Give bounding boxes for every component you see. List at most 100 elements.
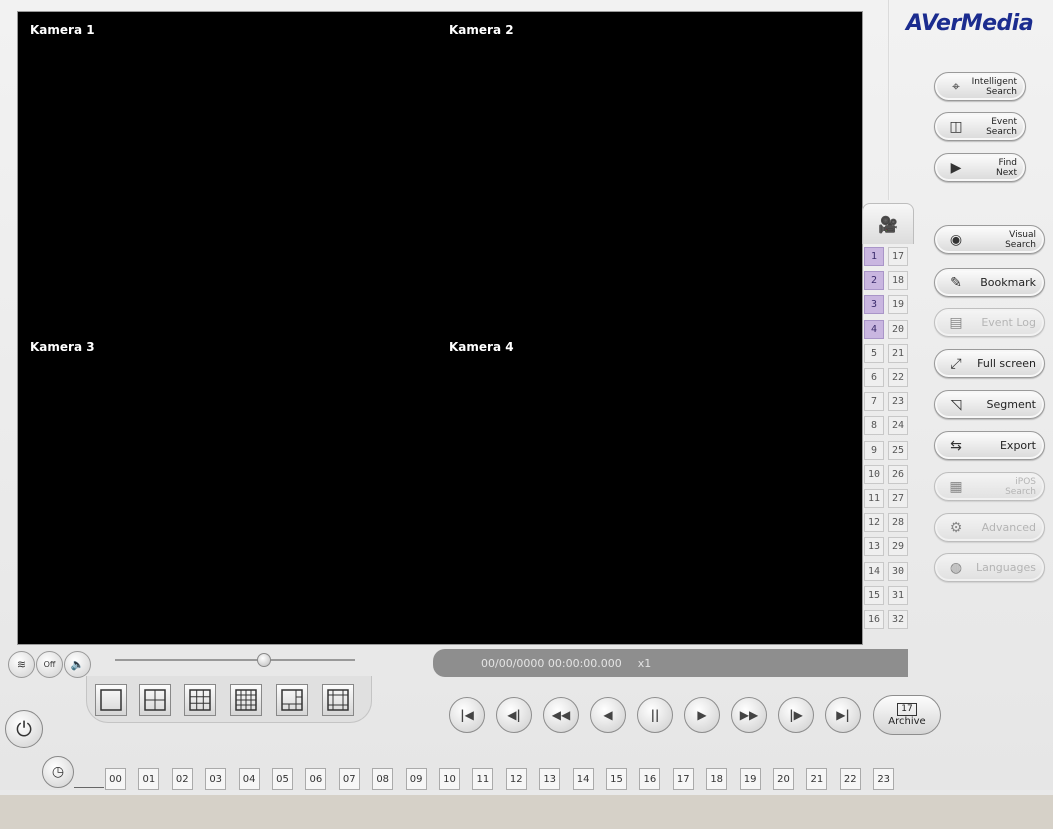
- video-display[interactable]: Kamera 1 Kamera 2 Kamera 3 Kamera 4: [17, 11, 863, 645]
- camera-23-button[interactable]: 23: [888, 392, 908, 412]
- volume-track[interactable]: [115, 659, 355, 661]
- export-button[interactable]: ⇆ Export: [934, 431, 1045, 460]
- layout-13-button[interactable]: [322, 684, 354, 716]
- camera-28-button[interactable]: 28: [888, 513, 908, 533]
- languages-button[interactable]: ◍ Languages: [934, 553, 1045, 582]
- pause-button[interactable]: ||: [637, 697, 673, 733]
- camera-5-button[interactable]: 5: [864, 343, 884, 363]
- hour-03-button[interactable]: 03: [205, 768, 227, 790]
- power-button[interactable]: ⏻: [5, 710, 43, 748]
- camera-10-button[interactable]: 10: [864, 464, 884, 484]
- clock-button[interactable]: ◷: [42, 756, 74, 788]
- visual-search-button[interactable]: ◉ Visual Search: [934, 225, 1045, 254]
- camera-32-button[interactable]: 32: [888, 610, 908, 629]
- audio-off-button[interactable]: Off: [36, 651, 63, 678]
- go-to-end-button[interactable]: ▶|: [825, 697, 861, 733]
- layers-icon[interactable]: ≋: [8, 651, 35, 678]
- hour-15-button[interactable]: 15: [606, 768, 627, 790]
- button-label: Event Search: [986, 116, 1017, 137]
- button-label: Intelligent Search: [971, 76, 1017, 97]
- hour-17-button[interactable]: 17: [672, 768, 694, 790]
- camera-3-button[interactable]: 3: [864, 295, 884, 315]
- camera-4-label: Kamera 4: [449, 340, 514, 354]
- hour-02-button[interactable]: 02: [171, 768, 193, 790]
- hour-11-button[interactable]: 11: [472, 768, 494, 790]
- hour-13-button[interactable]: 13: [539, 768, 561, 790]
- event-log-button[interactable]: ▤ Event Log: [934, 308, 1045, 337]
- ipos-search-button[interactable]: ▦ iPOS Search: [934, 472, 1045, 501]
- camera-26-button[interactable]: 26: [888, 464, 908, 484]
- hour-04-button[interactable]: 04: [238, 768, 260, 790]
- camera-11-button[interactable]: 11: [864, 489, 884, 508]
- camera-21-button[interactable]: 21: [888, 343, 908, 363]
- camera-12-button[interactable]: 12: [864, 513, 884, 533]
- hour-16-button[interactable]: 16: [639, 768, 661, 790]
- segment-button[interactable]: ◹ Segment: [934, 390, 1045, 419]
- hour-05-button[interactable]: 05: [272, 768, 293, 790]
- intelligent-search-icon: ⌖: [952, 78, 960, 95]
- previous-frame-button[interactable]: ◀|: [496, 697, 532, 733]
- advanced-button[interactable]: ⚙ Advanced: [934, 513, 1045, 542]
- camera-4-button[interactable]: 4: [864, 319, 884, 339]
- hour-19-button[interactable]: 19: [739, 768, 761, 790]
- archive-button[interactable]: 17 Archive: [873, 695, 941, 735]
- next-frame-button[interactable]: |▶: [778, 697, 814, 733]
- hour-22-button[interactable]: 22: [839, 768, 861, 790]
- rewind-button[interactable]: ◀◀: [543, 697, 579, 733]
- camera-16-button[interactable]: 16: [864, 610, 884, 629]
- camera-18-button[interactable]: 18: [888, 271, 908, 291]
- volume-slider-knob[interactable]: [256, 653, 271, 667]
- full-screen-button[interactable]: ⤢ Full screen: [934, 349, 1045, 378]
- play-button[interactable]: ▶: [684, 697, 720, 733]
- hour-10-button[interactable]: 10: [439, 768, 460, 790]
- camera-30-button[interactable]: 30: [888, 561, 908, 581]
- camera-3-label: Kamera 3: [30, 340, 95, 354]
- camera-6-button[interactable]: 6: [864, 368, 884, 387]
- camera-31-button[interactable]: 31: [888, 585, 908, 605]
- hour-14-button[interactable]: 14: [572, 768, 594, 790]
- go-to-start-button[interactable]: |◀: [449, 697, 485, 733]
- single-view-icon: [100, 689, 122, 711]
- camera-14-button[interactable]: 14: [864, 561, 884, 581]
- hour-12-button[interactable]: 12: [505, 768, 527, 790]
- camera-25-button[interactable]: 25: [888, 440, 908, 460]
- camera-1-button[interactable]: 1: [864, 247, 884, 266]
- layout-16-button[interactable]: [230, 684, 262, 716]
- hour-23-button[interactable]: 23: [873, 768, 895, 790]
- camera-17-button[interactable]: 17: [888, 247, 908, 266]
- hour-09-button[interactable]: 09: [405, 768, 427, 790]
- camera-7-button[interactable]: 7: [864, 392, 884, 412]
- camera-22-button[interactable]: 22: [888, 368, 908, 387]
- camera-2-button[interactable]: 2: [864, 271, 884, 291]
- camera-8-button[interactable]: 8: [864, 416, 884, 436]
- camera-13-button[interactable]: 13: [864, 537, 884, 557]
- hour-00-button[interactable]: 00: [105, 768, 126, 790]
- camera-15-button[interactable]: 15: [864, 585, 884, 605]
- find-next-button[interactable]: ▶ Find Next: [934, 153, 1026, 182]
- intelligent-search-button[interactable]: ⌖ Intelligent Search: [934, 72, 1026, 101]
- hour-18-button[interactable]: 18: [706, 768, 728, 790]
- divider: [888, 0, 890, 200]
- camera-29-button[interactable]: 29: [888, 537, 908, 557]
- bookmark-button[interactable]: ✎ Bookmark: [934, 268, 1045, 297]
- speaker-icon[interactable]: 🔈: [64, 651, 91, 678]
- layout-1-button[interactable]: [95, 684, 127, 716]
- hour-07-button[interactable]: 07: [338, 768, 360, 790]
- layout-4-button[interactable]: [139, 684, 171, 716]
- hour-01-button[interactable]: 01: [138, 768, 160, 790]
- hour-20-button[interactable]: 20: [773, 768, 794, 790]
- camera-9-button[interactable]: 9: [864, 440, 884, 460]
- hour-08-button[interactable]: 08: [372, 768, 394, 790]
- hour-06-button[interactable]: 06: [305, 768, 327, 790]
- fast-forward-button[interactable]: ▶▶: [731, 697, 767, 733]
- camera-24-button[interactable]: 24: [888, 416, 908, 436]
- layout-9-button[interactable]: [184, 684, 216, 716]
- layout-6-button[interactable]: [276, 684, 308, 716]
- camera-19-button[interactable]: 19: [888, 295, 908, 315]
- reverse-play-button[interactable]: ◀: [590, 697, 626, 733]
- event-search-button[interactable]: ◫ Event Search: [934, 112, 1026, 141]
- status-band: [0, 795, 1053, 829]
- camera-20-button[interactable]: 20: [888, 319, 908, 339]
- hour-21-button[interactable]: 21: [806, 768, 828, 790]
- camera-27-button[interactable]: 27: [888, 489, 908, 508]
